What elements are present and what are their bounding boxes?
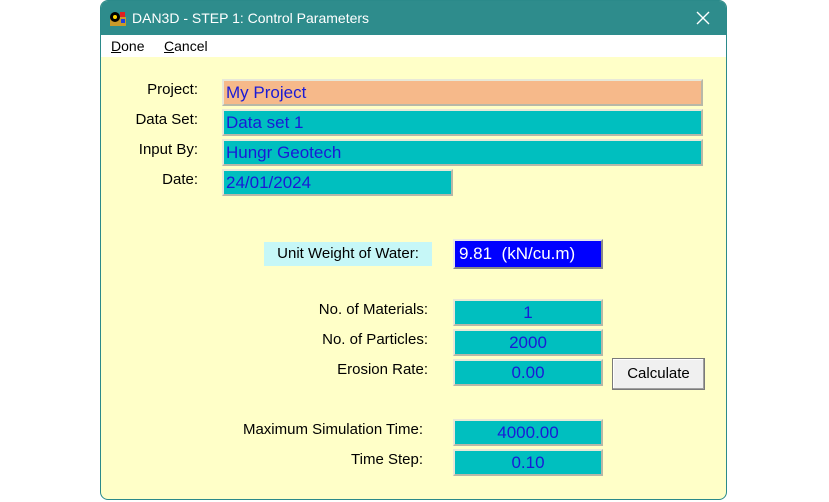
close-button[interactable] <box>680 1 726 35</box>
max-simulation-time-label: Maximum Simulation Time: <box>242 421 423 438</box>
erosion-rate-label: Erosion Rate: <box>337 361 428 378</box>
menu-done-accel: D <box>111 38 122 54</box>
unit-weight-water-label: Unit Weight of Water: <box>264 242 432 266</box>
menu-cancel[interactable]: Cancel <box>164 38 208 54</box>
erosion-rate-field[interactable]: 0.00 <box>453 359 603 386</box>
menu-cancel-rest: ancel <box>174 38 208 54</box>
input-by-field[interactable]: Hungr Geotech <box>222 139 703 166</box>
menu-done-rest: one <box>121 38 145 54</box>
materials-label: No. of Materials: <box>318 301 428 318</box>
control-parameters-window: DAN3D - STEP 1: Control Parameters Done … <box>100 0 727 500</box>
input-by-label: Input By: <box>138 141 198 158</box>
dataset-label: Data Set: <box>135 111 198 128</box>
window-title: DAN3D - STEP 1: Control Parameters <box>132 10 370 26</box>
project-field[interactable]: My Project <box>222 79 703 106</box>
particles-field[interactable]: 2000 <box>453 329 603 356</box>
menu-bar: Done Cancel <box>101 35 726 57</box>
time-step-field[interactable]: 0.10 <box>453 449 603 476</box>
date-label: Date: <box>162 171 198 188</box>
time-step-label: Time Step: <box>351 451 423 468</box>
materials-field[interactable]: 1 <box>453 299 603 326</box>
dan3d-app-icon <box>110 12 126 26</box>
dataset-field[interactable]: Data set 1 <box>222 109 703 136</box>
project-label: Project: <box>147 81 198 98</box>
title-bar: DAN3D - STEP 1: Control Parameters <box>101 1 726 35</box>
max-simulation-time-field[interactable]: 4000.00 <box>453 419 603 446</box>
unit-weight-water-field[interactable]: 9.81 (kN/cu.m) <box>453 239 603 269</box>
calculate-button[interactable]: Calculate <box>612 358 705 390</box>
particles-label: No. of Particles: <box>322 331 428 348</box>
menu-cancel-accel: C <box>164 38 175 54</box>
close-icon <box>696 11 710 25</box>
date-field[interactable]: 24/01/2024 <box>222 169 453 196</box>
menu-done[interactable]: Done <box>111 38 144 54</box>
